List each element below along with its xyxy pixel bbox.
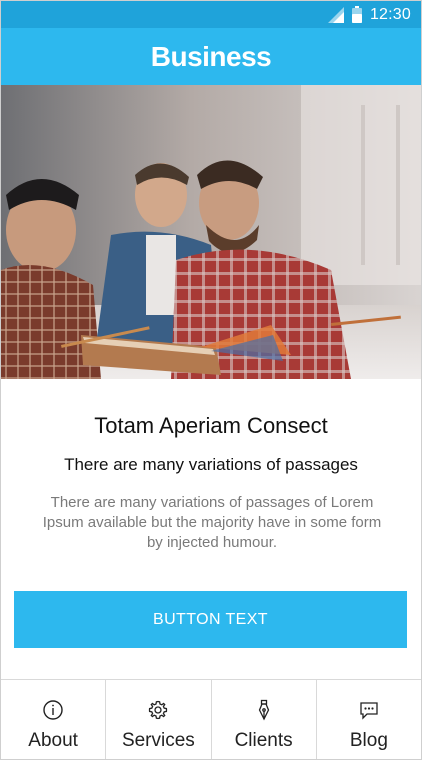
nav-label: Blog bbox=[349, 730, 388, 751]
nav-item-about[interactable]: About bbox=[1, 680, 107, 759]
pen-nib-icon bbox=[258, 699, 269, 721]
bottom-navigation: About Services Clients Blog bbox=[1, 679, 421, 759]
app-bar: Business bbox=[1, 28, 421, 85]
card-body: There are many variations of passages of… bbox=[42, 494, 382, 551]
nav-label: Services bbox=[121, 730, 195, 751]
status-time: 12:30 bbox=[369, 5, 411, 23]
card-title: Totam Aperiam Consect bbox=[94, 413, 328, 438]
primary-action-button[interactable]: BUTTON TEXT bbox=[14, 591, 407, 648]
gear-icon bbox=[149, 700, 168, 720]
chat-bubble-icon bbox=[360, 702, 378, 720]
info-icon bbox=[43, 700, 63, 720]
nav-item-blog[interactable]: Blog bbox=[317, 680, 421, 759]
signal-icon bbox=[327, 6, 344, 23]
nav-item-clients[interactable]: Clients bbox=[212, 680, 317, 759]
card-subtitle: There are many variations of passages bbox=[64, 455, 358, 474]
app-title: Business bbox=[150, 40, 272, 72]
hero-image bbox=[1, 85, 421, 379]
battery-icon bbox=[351, 6, 362, 23]
nav-label: About bbox=[28, 730, 78, 751]
nav-item-services[interactable]: Services bbox=[106, 680, 212, 759]
status-icons: 12:30 bbox=[327, 5, 411, 24]
app-screen: 12:30 Business Totam Aperiam Consect The… bbox=[0, 0, 422, 760]
status-bar: 12:30 bbox=[1, 1, 421, 28]
nav-label: Clients bbox=[234, 730, 293, 751]
